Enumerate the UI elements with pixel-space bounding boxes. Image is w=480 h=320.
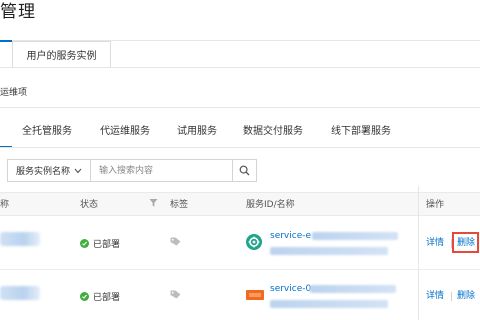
delete-highlight-box <box>452 232 479 253</box>
search-input[interactable] <box>91 160 232 181</box>
search-bar: 服务实例名称 <box>7 159 257 182</box>
table-header: 称 状态 标签 服务ID/名称 操作 <box>0 192 480 216</box>
service-tabs-divider <box>0 147 480 148</box>
tab-data-delivery[interactable]: 数据交付服务 <box>243 125 303 139</box>
tab-fully-managed[interactable]: 全托管服务 <box>22 125 72 139</box>
tab-managed-ops[interactable]: 代运维服务 <box>100 125 150 139</box>
tab-trial[interactable]: 试用服务 <box>177 125 217 139</box>
section-label: 运维项 <box>0 88 28 98</box>
tab-user-service-instances[interactable]: 用户的服务实例 <box>12 41 111 67</box>
service-logo-icon <box>246 290 264 300</box>
chevron-down-icon <box>74 168 82 173</box>
service-name-redacted <box>270 247 388 255</box>
tab-accent <box>0 40 12 42</box>
tab-label: 用户的服务实例 <box>26 51 97 62</box>
status-cell: 已部署 <box>80 237 120 250</box>
check-circle-icon <box>80 239 89 248</box>
status-text: 已部署 <box>93 240 121 250</box>
status-text: 已部署 <box>93 293 121 303</box>
instance-name-redacted <box>0 286 40 300</box>
col-name: 称 <box>0 200 10 210</box>
gear-icon <box>246 234 262 250</box>
tab-offline-deploy[interactable]: 线下部署服务 <box>331 125 391 139</box>
col-tags: 标签 <box>170 200 189 210</box>
col-status: 状态 <box>80 200 99 210</box>
search-icon <box>239 165 250 176</box>
status-cell: 已部署 <box>80 290 120 303</box>
tag-icon[interactable] <box>170 237 181 246</box>
action-divider <box>451 292 452 301</box>
service-id-redacted <box>312 232 398 240</box>
tag-icon[interactable] <box>170 290 181 299</box>
table-row: 已部署 service-e 详情 删除 <box>0 216 480 270</box>
search-field-label: 服务实例名称 <box>15 167 70 177</box>
section-divider <box>0 107 480 108</box>
search-button[interactable] <box>232 160 256 181</box>
service-id-link[interactable]: service-0 <box>270 283 311 295</box>
service-id-redacted <box>310 285 396 293</box>
check-circle-icon <box>80 292 89 301</box>
details-link[interactable]: 详情 <box>426 290 444 302</box>
instance-name-redacted <box>0 232 40 246</box>
page-title: 管理 <box>0 2 36 22</box>
service-name-redacted <box>270 300 388 308</box>
details-link[interactable]: 详情 <box>426 237 444 249</box>
service-id-link[interactable]: service-e <box>270 230 311 242</box>
tab-divider <box>0 67 480 68</box>
search-field-select[interactable]: 服务实例名称 <box>8 160 91 181</box>
col-service-id: 服务ID/名称 <box>246 200 295 210</box>
col-actions: 操作 <box>426 200 445 210</box>
table-row: 已部署 service-0 详情 删除 <box>0 270 480 320</box>
filter-icon[interactable] <box>149 198 158 208</box>
delete-link[interactable]: 删除 <box>457 290 475 302</box>
